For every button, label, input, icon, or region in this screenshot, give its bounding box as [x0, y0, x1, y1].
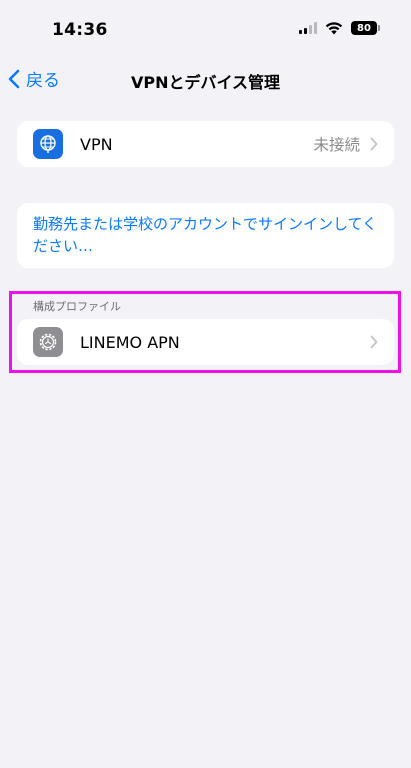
- screen: 14:36 80 戻る VPNとデバイス管理 VPN 未接続 勤務先または学校の…: [0, 0, 411, 768]
- status-time: 14:36: [52, 20, 108, 40]
- globe-icon: [33, 129, 63, 159]
- vpn-group: VPN 未接続: [17, 121, 394, 167]
- vpn-status: 未接続: [313, 136, 360, 154]
- cellular-signal-icon: [299, 22, 317, 34]
- navigation-bar: 戻る VPNとデバイス管理: [0, 60, 411, 100]
- status-bar: 14:36 80: [0, 0, 411, 60]
- highlight-box: [9, 291, 401, 373]
- page-title: VPNとデバイス管理: [130, 73, 281, 92]
- wifi-icon: [325, 21, 343, 35]
- status-indicators: 80: [299, 21, 380, 35]
- chevron-right-icon: [370, 137, 378, 151]
- signin-text: 勤務先または学校のアカウントでサインインしてください…: [33, 215, 378, 255]
- battery-icon: 80: [351, 21, 380, 35]
- signin-link[interactable]: 勤務先または学校のアカウントでサインインしてください…: [17, 203, 394, 268]
- battery-level: 80: [357, 22, 371, 34]
- vpn-label: VPN: [80, 134, 113, 154]
- vpn-row[interactable]: VPN 未接続: [17, 121, 394, 167]
